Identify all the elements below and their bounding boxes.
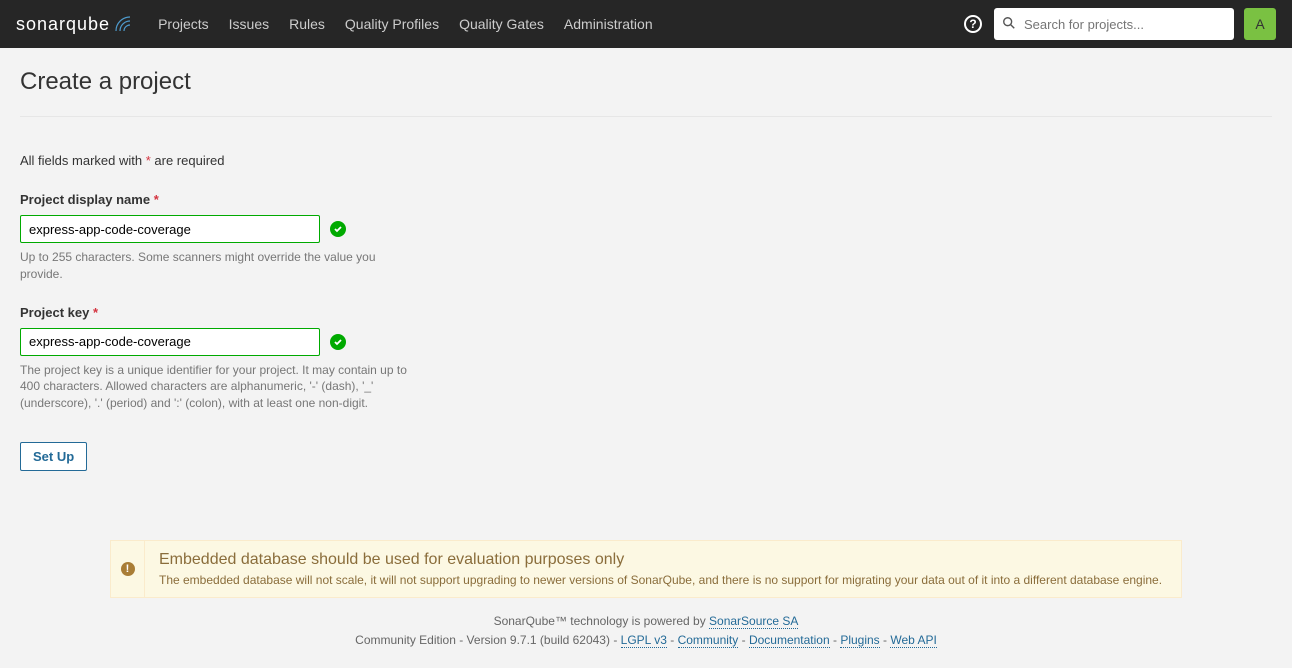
nav-link-issues[interactable]: Issues — [219, 0, 279, 48]
field-project-key: Project key * The project key is a uniqu… — [20, 305, 440, 412]
warning-icon-cell: ! — [111, 541, 145, 597]
search-icon — [1002, 16, 1016, 30]
nav-link-quality-gates[interactable]: Quality Gates — [449, 0, 554, 48]
search-input[interactable] — [994, 8, 1234, 40]
main-content: Create a project All fields marked with … — [0, 48, 1292, 528]
display-name-label: Project display name * — [20, 192, 440, 207]
warning-box: ! Embedded database should be used for e… — [110, 540, 1182, 598]
help-icon[interactable]: ? — [964, 15, 982, 33]
footer-link-webapi[interactable]: Web API — [890, 633, 936, 648]
footer-link-documentation[interactable]: Documentation — [749, 633, 830, 648]
setup-button[interactable]: Set Up — [20, 442, 87, 471]
warning-title: Embedded database should be used for eva… — [159, 551, 1162, 569]
nav-links: Projects Issues Rules Quality Profiles Q… — [148, 0, 663, 48]
avatar[interactable]: A — [1244, 8, 1276, 40]
footer-line-1: SonarQube™ technology is powered by Sona… — [0, 612, 1292, 631]
required-suffix: are required — [151, 153, 225, 168]
required-prefix: All fields marked with — [20, 153, 146, 168]
logo-arc-icon — [114, 15, 132, 33]
field-display-name: Project display name * Up to 255 charact… — [20, 192, 440, 283]
nav-link-administration[interactable]: Administration — [554, 0, 663, 48]
search-wrap — [994, 8, 1234, 40]
display-name-help: Up to 255 characters. Some scanners migh… — [20, 249, 420, 283]
powered-prefix: SonarQube™ technology is powered by — [494, 614, 709, 628]
footer-link-community[interactable]: Community — [678, 633, 739, 648]
nav-link-quality-profiles[interactable]: Quality Profiles — [335, 0, 449, 48]
display-name-label-text: Project display name — [20, 192, 150, 207]
required-star: * — [154, 192, 159, 207]
project-key-help: The project key is a unique identifier f… — [20, 362, 420, 412]
divider — [20, 116, 1272, 117]
display-name-input[interactable] — [20, 215, 320, 243]
nav-link-projects[interactable]: Projects — [148, 0, 219, 48]
footer: ! Embedded database should be used for e… — [0, 528, 1292, 668]
top-navbar: sonarqube Projects Issues Rules Quality … — [0, 0, 1292, 48]
required-star: * — [93, 305, 98, 320]
footer-link-lgpl[interactable]: LGPL v3 — [621, 633, 667, 648]
footer-version: Version 9.7.1 (build 62043) — [467, 633, 610, 647]
footer-link-sonarsource[interactable]: SonarSource SA — [709, 614, 798, 629]
check-icon — [330, 221, 346, 237]
footer-link-plugins[interactable]: Plugins — [840, 633, 879, 648]
logo-text: sonarqube — [16, 14, 110, 35]
check-icon — [330, 334, 346, 350]
warning-text: The embedded database will not scale, it… — [159, 573, 1162, 587]
footer-line-2: Community Edition - Version 9.7.1 (build… — [0, 631, 1292, 650]
required-note: All fields marked with * are required — [20, 153, 1272, 168]
project-key-label-text: Project key — [20, 305, 89, 320]
logo[interactable]: sonarqube — [16, 14, 132, 35]
project-key-input[interactable] — [20, 328, 320, 356]
page-title: Create a project — [20, 68, 1272, 96]
footer-edition: Community Edition — [355, 633, 456, 647]
warning-icon: ! — [121, 562, 135, 576]
nav-link-rules[interactable]: Rules — [279, 0, 335, 48]
project-key-label: Project key * — [20, 305, 440, 320]
